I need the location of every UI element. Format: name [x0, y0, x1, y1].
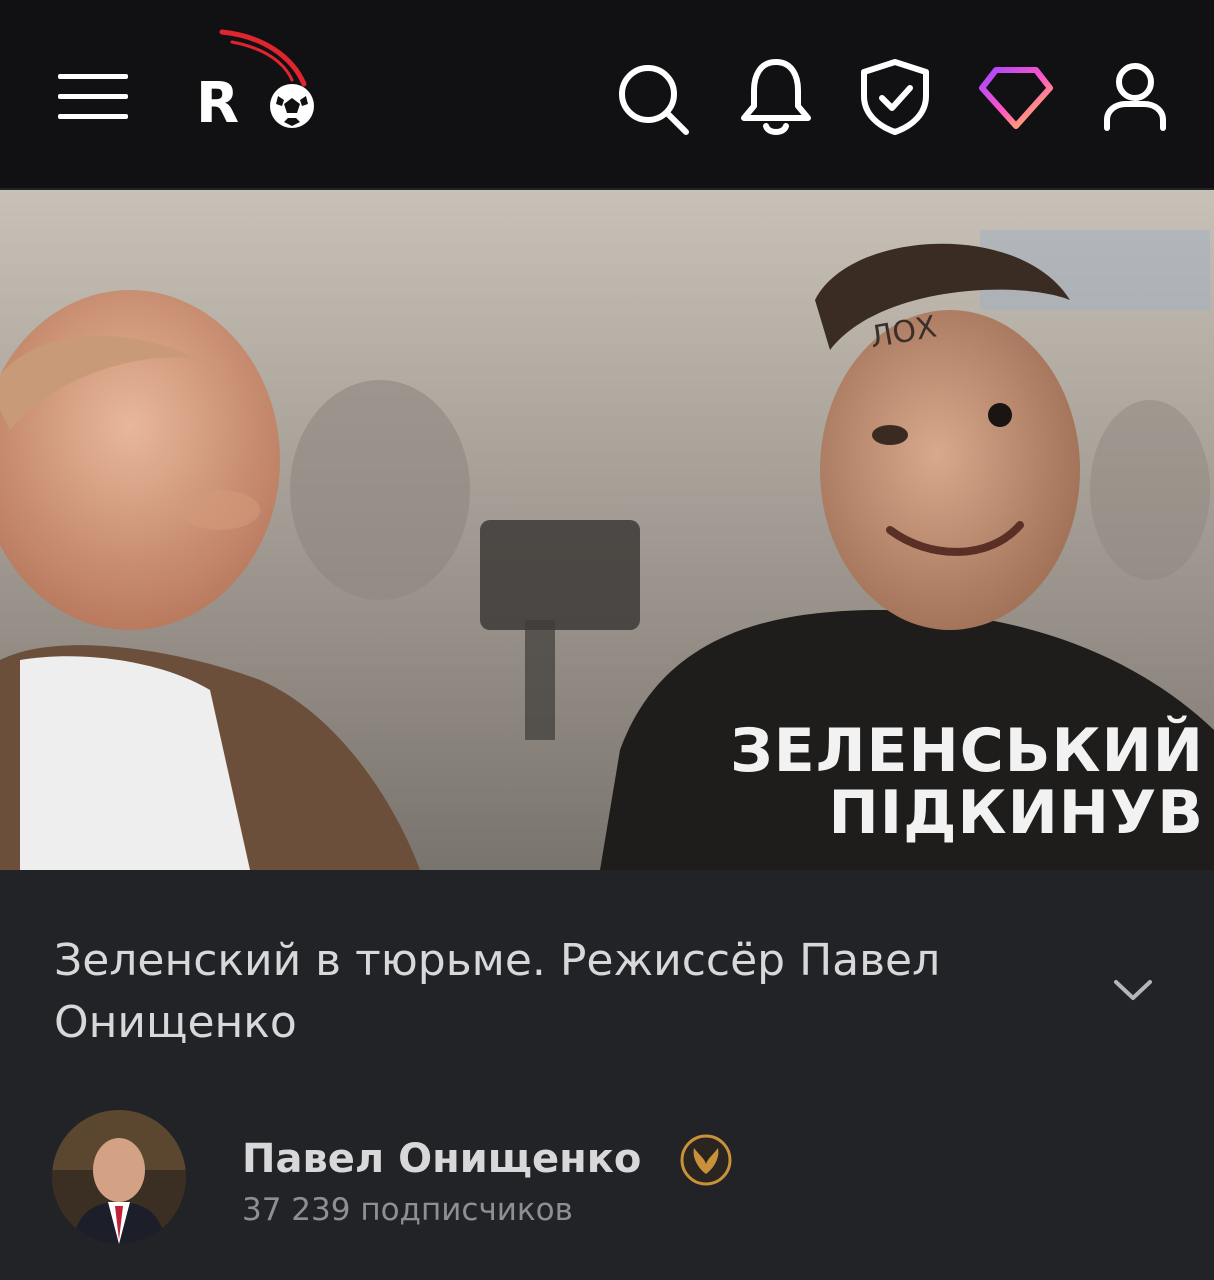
menu-icon[interactable] — [58, 72, 128, 122]
search-icon[interactable] — [616, 62, 690, 136]
subscriber-count: 37 239 подписчиков — [242, 1192, 573, 1228]
article-cover-image[interactable]: ЛОХ ЗЕЛЕНСЬКИЙ ПІДКИНУВ — [0, 190, 1214, 870]
cover-caption-line-1: ЗЕЛЕНСЬКИЙ — [730, 716, 1204, 786]
logo-text: R — [196, 71, 239, 136]
phoenix-badge-icon — [680, 1134, 732, 1186]
shield-icon[interactable] — [858, 58, 932, 136]
author-avatar[interactable] — [52, 1110, 186, 1244]
diamond-icon[interactable] — [978, 64, 1054, 130]
bell-icon[interactable] — [738, 56, 814, 136]
top-navigation-bar: R — [0, 0, 1214, 188]
article-title[interactable]: Зеленский в тюрьме. Режиссёр Павел Онище… — [54, 930, 1074, 1054]
site-logo[interactable]: R — [192, 26, 322, 136]
cover-caption: ЗЕЛЕНСЬКИЙ ПІДКИНУВ — [730, 720, 1204, 844]
cover-caption-line-2: ПІДКИНУВ — [828, 778, 1204, 848]
chevron-down-icon[interactable] — [1112, 976, 1154, 1004]
author-name[interactable]: Павел Онищенко — [242, 1134, 641, 1184]
user-icon[interactable] — [1102, 62, 1168, 132]
